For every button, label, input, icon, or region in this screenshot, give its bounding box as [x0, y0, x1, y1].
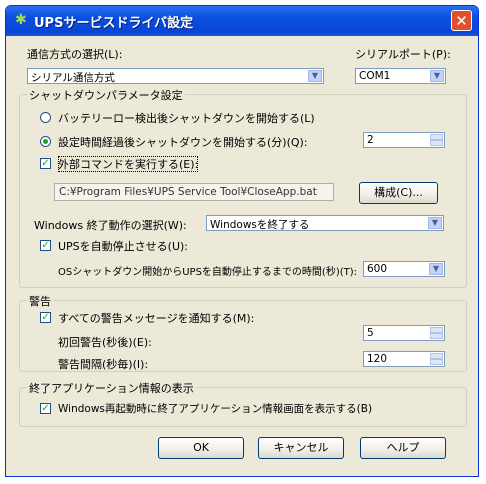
command-path-field[interactable]: C:¥Program Files¥UPS Service Tool¥CloseA… — [54, 183, 334, 201]
shutdown-group-title: シャットダウンパラメータ設定 — [27, 87, 185, 103]
window-title: UPSサービスドライバ設定 — [34, 16, 194, 31]
radio-timed-shutdown-label: 設定時間経過後シャットダウンを開始する(分)(Q): — [58, 136, 308, 149]
windows-action-select[interactable]: Windowsを終了する ▼ — [206, 215, 444, 231]
serial-port-value: COM1 — [359, 70, 391, 82]
chevron-down-icon: ▼ — [429, 263, 443, 275]
radio-battery-low-label: バッテリーロー検出後シャットダウンを開始する(L) — [58, 112, 315, 125]
title-bar[interactable]: ✱ UPSサービスドライバ設定 ✕ — [6, 6, 478, 36]
interval-value: 120 — [367, 353, 388, 365]
first-warning-spinner[interactable]: 5 — [363, 325, 445, 341]
radio-battery-low[interactable] — [40, 112, 51, 123]
comm-method-value: シリアル通信方式 — [31, 72, 115, 84]
chevron-down-icon: ▼ — [308, 70, 322, 82]
first-warning-value: 5 — [367, 327, 374, 339]
auto-stop-time-value: 600 — [367, 263, 388, 275]
windows-action-value: Windowsを終了する — [210, 219, 310, 231]
cancel-button[interactable]: キャンセル — [258, 437, 344, 459]
exit-app-label: Windows再起動時に終了アプリケーション情報画面を表示する(B) — [58, 403, 373, 415]
help-button[interactable]: ヘルプ — [360, 437, 446, 459]
external-cmd-checkbox[interactable]: ✓ — [40, 158, 51, 169]
chevron-down-icon: ▼ — [428, 217, 442, 229]
warning-group-title: 警告 — [27, 293, 53, 309]
notify-all-label: すべての警告メッセージを通知する(M): — [58, 312, 255, 325]
chevron-down-icon: ▼ — [430, 70, 444, 82]
interval-spinner[interactable]: 120 — [363, 351, 445, 367]
auto-stop-time-label: OSシャットダウン開始からUPSを自動停止するまでの時間(秒)(T): — [58, 267, 357, 278]
serial-port-label: シリアルポート(P): — [355, 48, 451, 61]
interval-label: 警告間隔(秒毎)(I): — [58, 358, 149, 371]
ups-app-icon: ✱ — [15, 12, 27, 28]
minutes-spinner[interactable]: 2 — [363, 132, 445, 148]
spin-down-icon[interactable] — [430, 333, 443, 339]
auto-stop-checkbox[interactable]: ✓ — [40, 240, 51, 251]
close-button[interactable]: ✕ — [451, 10, 472, 31]
ok-button[interactable]: OK — [158, 437, 244, 459]
windows-action-label: Windows 終了動作の選択(W): — [34, 219, 187, 232]
dialog-window: ✱ UPSサービスドライバ設定 ✕ 通信方式の選択(L): シリアル通信方式 ▼… — [5, 5, 479, 477]
serial-port-select[interactable]: COM1 ▼ — [355, 68, 446, 84]
spin-down-icon[interactable] — [430, 140, 443, 146]
notify-all-checkbox[interactable]: ✓ — [40, 312, 51, 323]
close-icon: ✕ — [455, 12, 468, 30]
comm-method-select[interactable]: シリアル通信方式 ▼ — [27, 68, 324, 84]
auto-stop-time-select[interactable]: 600 ▼ — [363, 261, 445, 277]
configure-button[interactable]: 構成(C)... — [359, 182, 438, 204]
external-cmd-label: 外部コマンドを実行する(E): — [58, 156, 199, 172]
radio-timed-shutdown[interactable] — [40, 136, 51, 147]
command-path-value: C:¥Program Files¥UPS Service Tool¥CloseA… — [59, 186, 317, 198]
comm-method-label: 通信方式の選択(L): — [27, 48, 123, 61]
spin-down-icon[interactable] — [430, 359, 443, 365]
first-warning-label: 初回警告(秒後)(E): — [58, 336, 152, 349]
exit-app-checkbox[interactable]: ✓ — [40, 403, 51, 414]
auto-stop-label: UPSを自動停止させる(U): — [58, 240, 189, 253]
minutes-value: 2 — [367, 134, 374, 146]
exit-app-group-title: 終了アプリケーション情報の表示 — [27, 380, 196, 396]
